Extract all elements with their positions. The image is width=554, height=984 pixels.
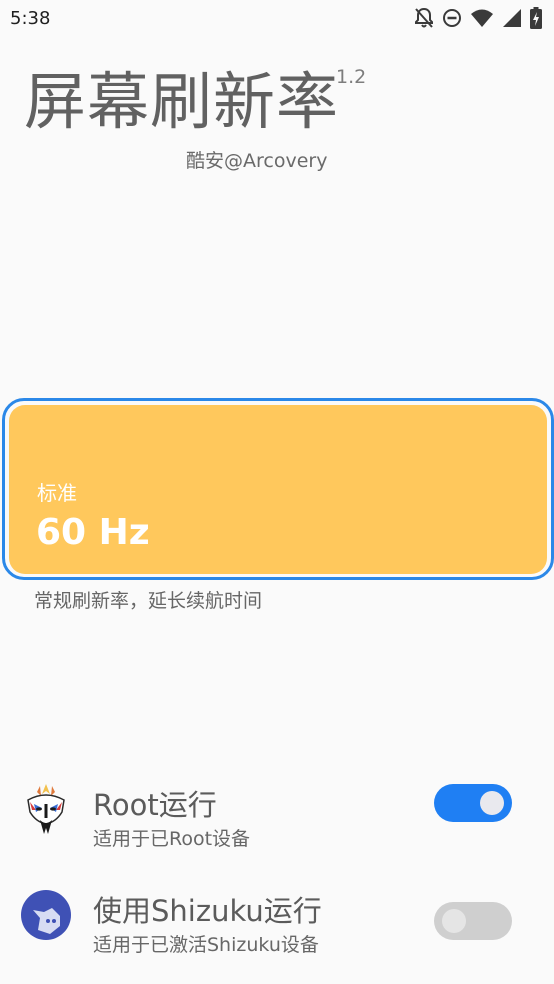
mode-description: 常规刷新率，延长续航时间	[34, 590, 263, 612]
signal-icon	[502, 8, 522, 28]
mode-label: 标准	[37, 481, 77, 505]
app-author-link[interactable]: 酷安@Arcovery	[186, 146, 327, 173]
status-time: 5:38	[10, 8, 51, 29]
root-toggle-knob	[480, 791, 504, 815]
shizuku-icon	[20, 888, 72, 944]
status-bar: 5:38	[0, 0, 554, 38]
option-shizuku-row[interactable]: 使用Shizuku运行 适用于已激活Shizuku设备	[0, 888, 554, 980]
option-shizuku-title: 使用Shizuku运行	[93, 894, 322, 928]
status-icons	[414, 7, 542, 29]
option-root-title: Root运行	[93, 788, 217, 822]
app-version: 1.2	[336, 66, 367, 88]
magisk-icon	[20, 782, 72, 838]
root-toggle-switch[interactable]	[434, 784, 512, 822]
option-root-row[interactable]: Root运行 适用于已Root设备	[0, 782, 554, 874]
app-title: 屏幕刷新率	[24, 65, 340, 138]
notifications-off-icon	[414, 7, 434, 29]
shizuku-toggle-knob	[442, 909, 466, 933]
shizuku-toggle-switch[interactable]	[434, 902, 512, 940]
do-not-disturb-icon	[442, 8, 462, 28]
mode-refresh-value: 60 Hz	[36, 512, 150, 553]
battery-charging-icon	[530, 7, 542, 29]
wifi-icon	[470, 8, 494, 28]
option-root-subtitle: 适用于已Root设备	[93, 828, 251, 850]
option-shizuku-subtitle: 适用于已激活Shizuku设备	[93, 934, 319, 956]
